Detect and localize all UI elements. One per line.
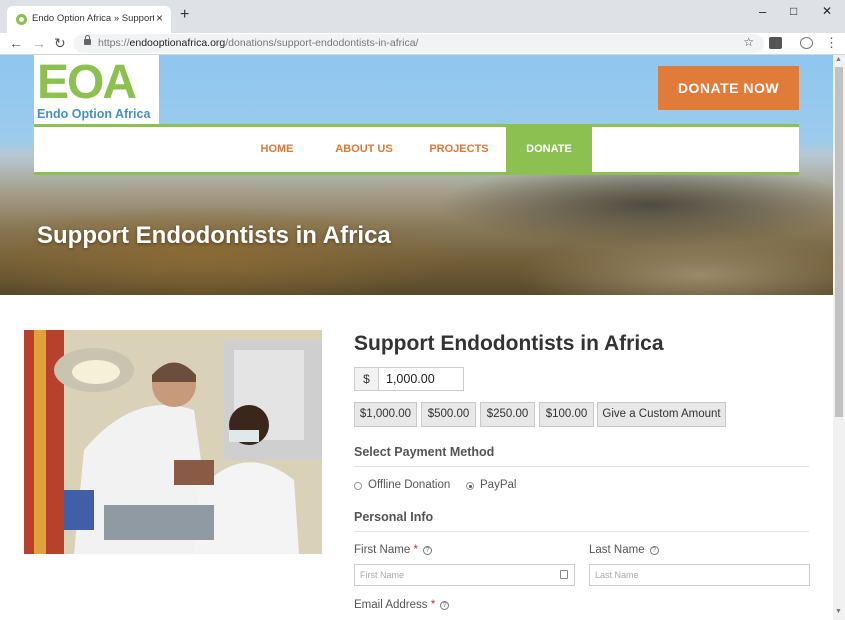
profile-avatar-icon[interactable] — [800, 37, 813, 49]
hero-title: Support Endodontists in Africa — [37, 222, 391, 249]
lock-icon — [84, 35, 91, 45]
forward-button[interactable]: → — [32, 35, 46, 51]
nav-about-us[interactable]: ABOUT US — [327, 127, 401, 172]
dentists-photo — [24, 330, 322, 554]
required-marker: * — [413, 544, 418, 556]
autofill-card-icon[interactable] — [560, 570, 568, 579]
amount-1000-button[interactable]: $1,000.00 — [354, 402, 417, 427]
maximize-button[interactable]: □ — [790, 4, 797, 18]
site-logo[interactable]: EOA Endo Option Africa — [34, 55, 159, 125]
first-name-input[interactable] — [354, 564, 575, 586]
help-icon[interactable]: ? — [422, 546, 432, 555]
web-page: EOA Endo Option Africa DONATE NOW HOME A… — [0, 55, 833, 620]
amount-250-button[interactable]: $250.00 — [480, 402, 535, 427]
logo-text: Endo Option Africa — [37, 107, 151, 121]
help-icon[interactable]: ? — [649, 546, 659, 555]
browser-toolbar: ← → ↻ https://endooptionafrica.org/donat… — [0, 33, 845, 55]
custom-amount-button[interactable]: Give a Custom Amount — [597, 402, 726, 427]
tab-title: Endo Option Africa » Support Endo — [32, 13, 154, 24]
scrollbar-thumb[interactable] — [835, 67, 843, 417]
url-text: https://endooptionafrica.org/donations/s… — [98, 37, 419, 49]
currency-symbol: $ — [355, 368, 379, 390]
amount-100-button[interactable]: $100.00 — [539, 402, 594, 427]
browser-tab[interactable]: Endo Option Africa » Support Endo × — [7, 6, 171, 33]
required-marker: * — [430, 599, 436, 611]
amount-value[interactable]: 1,000.00 — [386, 368, 435, 390]
personal-info-heading: Personal Info — [354, 510, 434, 524]
offline-donation-label[interactable]: Offline Donation — [368, 479, 450, 491]
tab-close-icon[interactable]: × — [156, 11, 163, 25]
nav-donate[interactable]: DONATE — [506, 127, 592, 172]
last-name-input[interactable] — [589, 564, 810, 586]
logo-letters: EOA — [37, 56, 137, 109]
payment-method-heading: Select Payment Method — [354, 445, 495, 459]
minimize-button[interactable]: – — [759, 4, 766, 19]
amount-field[interactable]: $ 1,000.00 — [354, 367, 464, 391]
browser-menu-icon[interactable]: ⋮ — [825, 35, 838, 51]
main-nav: HOME ABOUT US PROJECTS DONATE — [34, 124, 799, 175]
reload-button[interactable]: ↻ — [54, 35, 66, 51]
nav-home[interactable]: HOME — [246, 127, 308, 172]
dentists-photo-illustration — [24, 330, 322, 554]
close-window-button[interactable]: ✕ — [822, 4, 832, 18]
extension-icon[interactable] — [769, 37, 782, 49]
back-button[interactable]: ← — [9, 35, 23, 51]
donate-now-button[interactable]: DONATE NOW — [658, 66, 799, 110]
personal-info-divider — [354, 531, 809, 532]
email-label: Email Address *? — [354, 599, 450, 611]
new-tab-button[interactable]: + — [180, 7, 189, 23]
bookmark-star-icon[interactable]: ☆ — [743, 35, 754, 49]
offline-donation-radio[interactable] — [354, 482, 362, 490]
scroll-up-icon[interactable]: ▲ — [835, 56, 842, 63]
nav-projects[interactable]: PROJECTS — [424, 127, 494, 172]
payment-divider — [354, 466, 809, 467]
address-bar[interactable]: https://endooptionafrica.org/donations/s… — [74, 34, 764, 53]
scroll-down-icon[interactable]: ▼ — [835, 608, 842, 615]
amount-500-button[interactable]: $500.00 — [421, 402, 476, 427]
last-name-label: Last Name? — [589, 544, 659, 556]
page-scrollbar[interactable]: ▲ ▼ — [833, 55, 845, 620]
help-icon[interactable]: ? — [440, 601, 450, 610]
form-title: Support Endodontists in Africa — [354, 332, 664, 355]
site-favicon-icon — [16, 14, 27, 25]
paypal-label[interactable]: PayPal — [480, 479, 516, 491]
paypal-radio[interactable] — [466, 482, 474, 490]
first-name-label: First Name *? — [354, 544, 432, 556]
browser-titlebar: Endo Option Africa » Support Endo × + – … — [0, 0, 845, 33]
